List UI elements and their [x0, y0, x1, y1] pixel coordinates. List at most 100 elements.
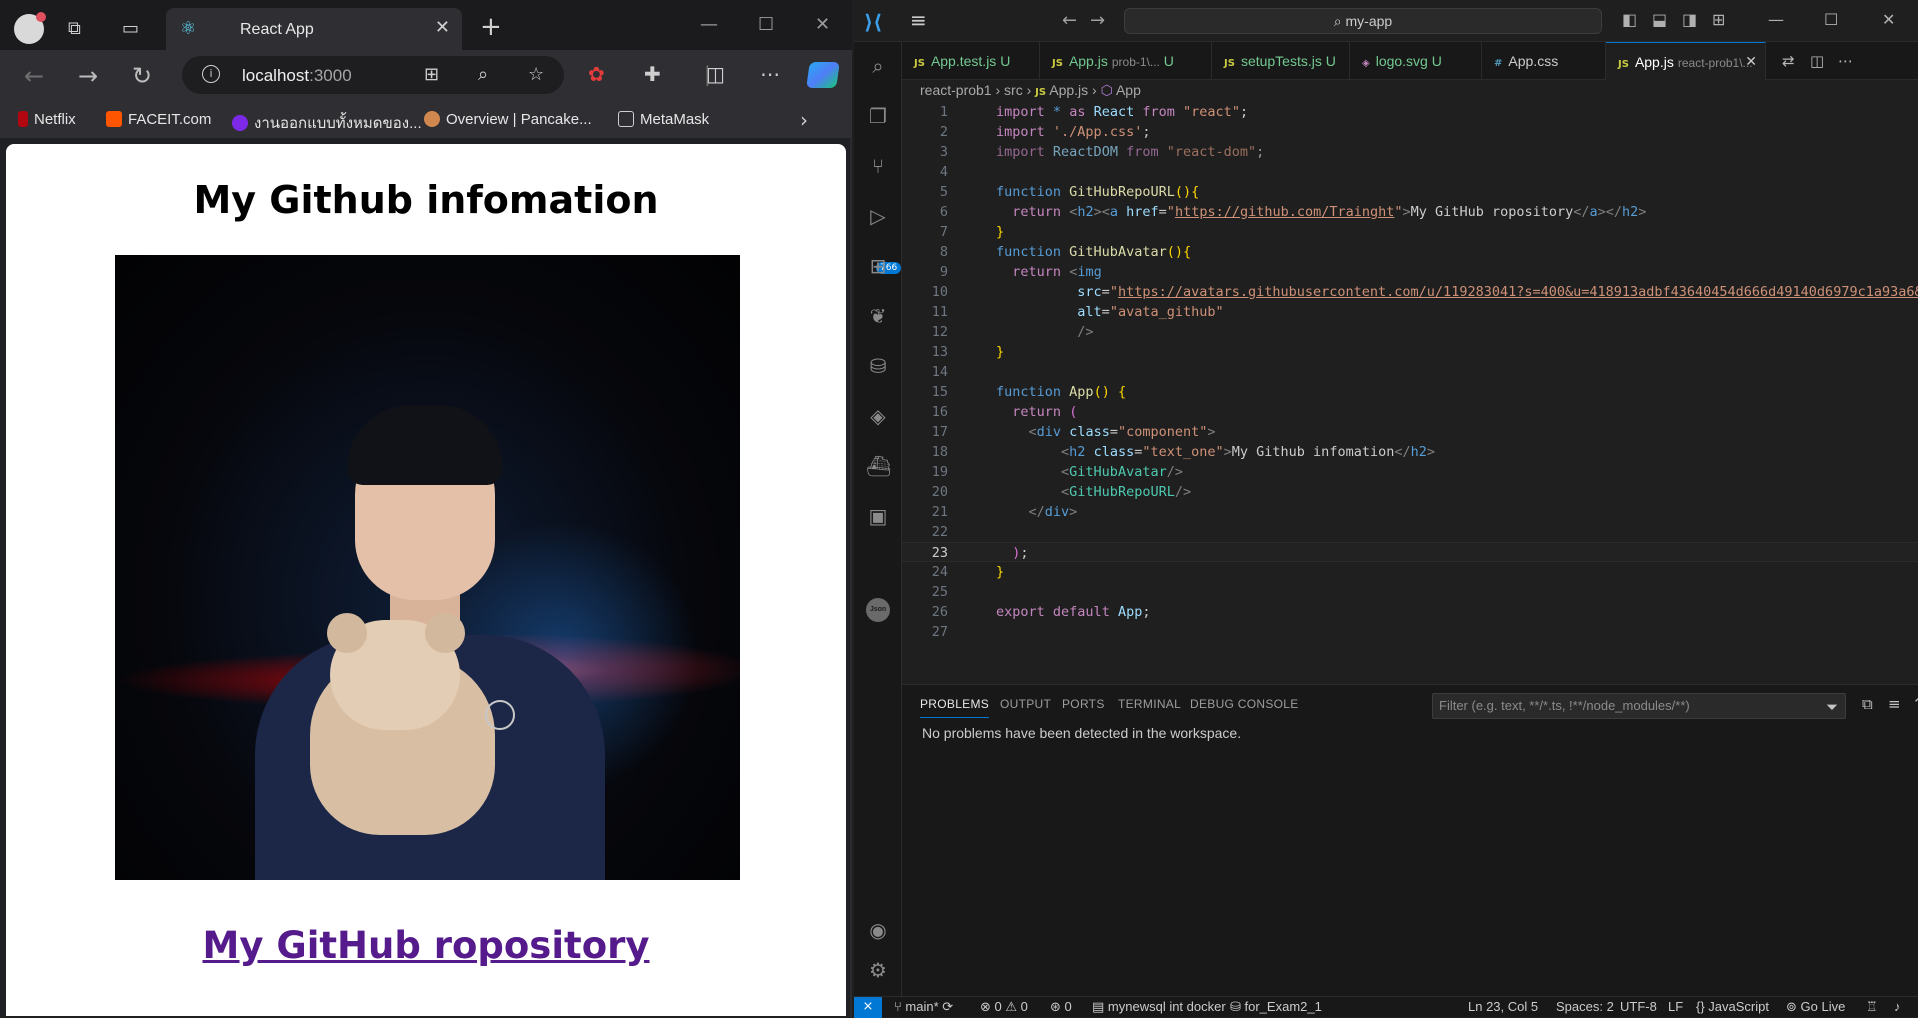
code-line: 25	[931, 584, 948, 600]
compare-changes-icon[interactable]: ⇄	[1782, 52, 1795, 70]
code-line: 8 function GitHubAvatar(){	[939, 244, 1192, 260]
favorite-star-icon[interactable]: ☆	[528, 64, 544, 85]
tab-debug-console[interactable]: DEBUG CONSOLE	[1190, 697, 1299, 711]
chevron-right-icon[interactable]: ›	[800, 108, 808, 132]
more-menu-icon[interactable]: ⋯	[760, 62, 780, 86]
github-repo-link[interactable]: My GitHub ropository	[6, 924, 846, 967]
new-tab-button[interactable]: +	[480, 12, 502, 42]
tab-setuptests-js[interactable]: JS setupTests.js U	[1212, 42, 1350, 80]
tab-output[interactable]: OUTPUT	[1000, 697, 1051, 711]
tab-ports[interactable]: PORTS	[1062, 697, 1105, 711]
breadcrumb-root[interactable]: react-prob1	[920, 82, 992, 98]
database-icon[interactable]: ⛁	[866, 354, 890, 378]
back-icon[interactable]: ←	[24, 62, 44, 90]
problems-filter-input[interactable]: Filter (e.g. text, **/*.ts, !**/node_mod…	[1432, 693, 1846, 719]
cursor-position[interactable]: Ln 23, Col 5	[1468, 999, 1538, 1014]
toggle-sidebar-icon[interactable]: ◧	[1622, 10, 1637, 29]
eol-status[interactable]: LF	[1668, 999, 1683, 1014]
code-line: 13}	[931, 344, 1005, 360]
mongodb-leaf-icon[interactable]: ❦	[866, 304, 890, 328]
remote-explorer-icon[interactable]: ▣	[866, 504, 890, 528]
database-status-2[interactable]: ⛁ for_Exam2_1	[1230, 999, 1322, 1015]
maximize-icon[interactable]: ☐	[758, 14, 774, 35]
site-info-icon[interactable]: i	[202, 65, 220, 83]
profile-avatar[interactable]	[14, 12, 46, 44]
settings-gear-icon[interactable]: ⚙	[866, 958, 890, 982]
database-status[interactable]: ▤ mynewsql int docker	[1092, 999, 1226, 1015]
explorer-icon[interactable]: ❐	[866, 104, 890, 128]
code-line: 2 import './App.css';	[939, 124, 1151, 140]
language-mode[interactable]: {} JavaScript	[1696, 999, 1769, 1014]
command-center-search[interactable]: ⌕ my-app	[1124, 8, 1602, 34]
split-editor-icon[interactable]: ◫	[1810, 52, 1824, 70]
bookmark-pancake[interactable]: Overview | Pancake...	[424, 111, 592, 128]
bookmark-metamask[interactable]: MetaMask	[618, 111, 709, 128]
split-screen-icon[interactable]: ◫	[706, 62, 725, 86]
extensions-puzzle-icon[interactable]: ✚	[644, 62, 661, 86]
minimize-icon[interactable]: —	[700, 14, 718, 35]
zoom-icon[interactable]: ⌕	[478, 64, 488, 85]
maximize-panel-icon[interactable]: ⌃	[1912, 695, 1918, 713]
reload-icon[interactable]: ↻	[132, 62, 152, 90]
customize-layout-icon[interactable]: ⊞	[1712, 10, 1725, 29]
breadcrumb-file[interactable]: App.js	[1049, 82, 1088, 98]
tab-app-css[interactable]: # App.css	[1482, 42, 1606, 80]
forward-icon[interactable]: →	[78, 62, 98, 90]
breadcrumb-symbol[interactable]: App	[1116, 82, 1141, 98]
nav-back-icon[interactable]: ←	[1062, 10, 1077, 31]
code-editor[interactable]: 1 import * as React from "react"; 2 import…	[902, 102, 1918, 674]
view-as-list-icon[interactable]: ≡	[1888, 695, 1901, 713]
close-tab-icon[interactable]: ✕	[435, 17, 450, 38]
remote-indicator-icon[interactable]: ⨯	[854, 997, 882, 1018]
tab-app-js-prob1[interactable]: JS App.js prob-1\... U	[1040, 42, 1212, 80]
minimize-icon[interactable]: —	[1768, 10, 1784, 29]
search-icon[interactable]: ⌕	[866, 54, 890, 78]
toggle-secondary-sidebar-icon[interactable]: ◨	[1682, 10, 1697, 29]
vscode-logo-icon: ⟩⟨	[864, 10, 883, 34]
layers-icon[interactable]: ◈	[866, 404, 890, 428]
copilot-status-icon[interactable]: ♖	[1866, 999, 1878, 1015]
breadcrumb-folder[interactable]: src	[1004, 82, 1023, 98]
close-window-icon[interactable]: ✕	[815, 14, 830, 35]
browser-tab-react-app[interactable]: ⚛ React App ✕	[166, 8, 462, 50]
extension-icon[interactable]: ✿	[588, 62, 605, 86]
nav-forward-icon[interactable]: →	[1090, 10, 1105, 31]
tab-terminal[interactable]: TERMINAL	[1118, 697, 1181, 711]
copilot-icon[interactable]	[806, 62, 840, 88]
run-debug-icon[interactable]: ▷	[866, 204, 890, 228]
indentation-status[interactable]: Spaces: 2	[1556, 999, 1614, 1014]
tab-problems[interactable]: PROBLEMS	[920, 697, 990, 718]
workspaces-icon[interactable]: ⧉	[68, 18, 81, 39]
tab-logo-svg[interactable]: ◈ logo.svg U	[1350, 42, 1482, 80]
code-line: 9 return <img	[939, 264, 1102, 280]
browser-toolbar: ← → ↻ i localhost:3000 ⊞ ⌕ ☆ ✿ ✚ | ◫ ⋯	[0, 50, 852, 102]
tab-app-test-js[interactable]: JS App.test.js U	[902, 42, 1040, 80]
menu-icon[interactable]: ≡	[910, 8, 927, 32]
tab-app-js-active[interactable]: JS App.js react-prob1\... ✕	[1606, 42, 1766, 80]
source-control-icon[interactable]: ⑂	[866, 154, 890, 178]
close-tab-icon[interactable]: ✕	[1745, 43, 1757, 81]
docker-icon[interactable]: ⛴	[866, 454, 891, 478]
ports-status[interactable]: ⊛ 0	[1050, 999, 1072, 1015]
branch-status[interactable]: ⑂ main* ⟳	[894, 999, 953, 1015]
more-actions-icon[interactable]: ⋯	[1838, 52, 1853, 70]
app-available-icon[interactable]: ⊞	[424, 64, 439, 85]
toggle-panel-icon[interactable]: ⬓	[1652, 10, 1667, 29]
collapse-all-icon[interactable]: ⧉	[1862, 695, 1873, 713]
bookmark-canva[interactable]: งานออกแบบทั้งหมดของ...	[232, 111, 422, 135]
json-icon[interactable]: Json	[866, 598, 890, 622]
tab-actions-icon[interactable]: ▭	[122, 18, 139, 39]
notifications-bell-icon[interactable]: ♪	[1894, 999, 1901, 1014]
go-live-button[interactable]: ⊚ Go Live	[1786, 999, 1845, 1015]
code-line: 11 alt="avata_github"	[931, 304, 1224, 320]
close-window-icon[interactable]: ✕	[1882, 10, 1895, 29]
bookmark-faceit[interactable]: FACEIT.com	[106, 111, 211, 128]
maximize-icon[interactable]: ☐	[1824, 10, 1838, 29]
extensions-icon[interactable]: ⊞	[866, 254, 890, 278]
account-icon[interactable]: ◉	[866, 918, 890, 942]
address-bar[interactable]: i localhost:3000 ⊞ ⌕ ☆	[182, 56, 564, 94]
problems-status[interactable]: ⊗ 0 ⚠ 0	[980, 999, 1028, 1015]
encoding-status[interactable]: UTF-8	[1620, 999, 1657, 1014]
bookmark-netflix[interactable]: Netflix	[18, 111, 76, 128]
filter-icon[interactable]: ⏷	[1826, 698, 1838, 716]
